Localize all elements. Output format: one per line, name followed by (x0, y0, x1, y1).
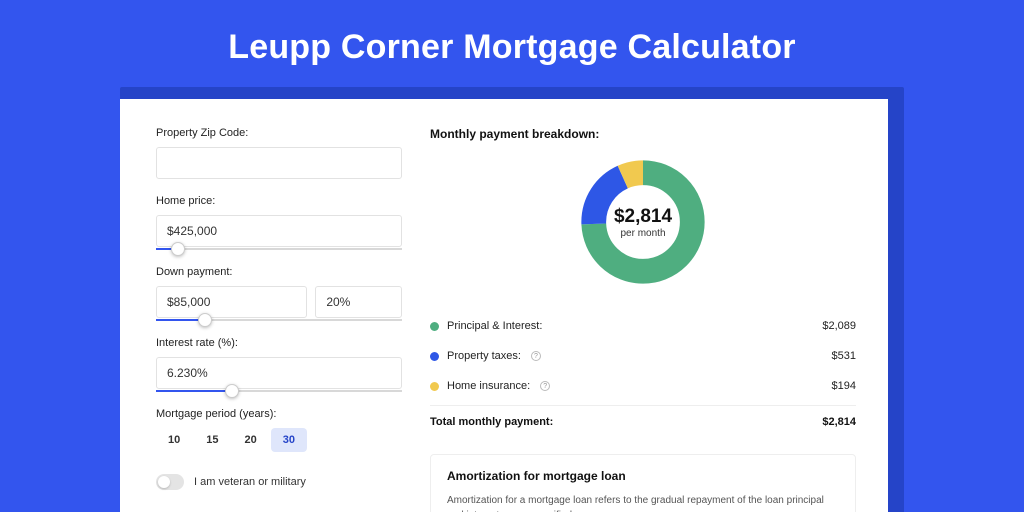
period-label: Mortgage period (years): (156, 408, 402, 420)
calculator-card: Property Zip Code: Home price: Down paym… (120, 99, 888, 512)
total-value: $2,814 (822, 416, 856, 428)
interest-slider-fill (156, 390, 232, 392)
donut-chart-wrap: $2,814 per month (430, 157, 856, 287)
period-tab-10[interactable]: 10 (156, 428, 192, 452)
legend-row: Property taxes:? $531 (430, 341, 856, 371)
interest-field: Interest rate (%): (156, 337, 402, 392)
form-panel: Property Zip Code: Home price: Down paym… (156, 127, 402, 512)
amortization-title: Amortization for mortgage loan (447, 469, 839, 483)
legend-value: $531 (832, 350, 856, 362)
home-price-label: Home price: (156, 195, 402, 207)
period-tab-15[interactable]: 15 (194, 428, 230, 452)
legend-value: $194 (832, 380, 856, 392)
interest-slider[interactable] (156, 390, 402, 392)
down-payment-pct-input[interactable] (315, 286, 402, 318)
amortization-text: Amortization for a mortgage loan refers … (447, 493, 839, 512)
legend-row: Principal & Interest: $2,089 (430, 311, 856, 341)
period-tab-20[interactable]: 20 (233, 428, 269, 452)
down-payment-input[interactable] (156, 286, 307, 318)
zip-field: Property Zip Code: (156, 127, 402, 179)
page-title: Leupp Corner Mortgage Calculator (0, 0, 1024, 87)
legend-label: Property taxes: (447, 350, 521, 362)
veteran-label: I am veteran or military (194, 476, 306, 488)
zip-label: Property Zip Code: (156, 127, 402, 139)
home-price-slider[interactable] (156, 248, 402, 250)
legend-dot-icon (430, 352, 439, 361)
breakdown-panel: Monthly payment breakdown: $2,814 per mo… (430, 127, 856, 512)
interest-input[interactable] (156, 357, 402, 389)
veteran-toggle[interactable] (156, 474, 184, 490)
zip-input[interactable] (156, 147, 402, 179)
down-payment-slider[interactable] (156, 319, 402, 321)
legend-label: Home insurance: (447, 380, 530, 392)
breakdown-title: Monthly payment breakdown: (430, 127, 856, 141)
period-field: Mortgage period (years): 10152030 (156, 408, 402, 452)
interest-label: Interest rate (%): (156, 337, 402, 349)
home-price-field: Home price: (156, 195, 402, 250)
amortization-box: Amortization for mortgage loan Amortizat… (430, 454, 856, 512)
breakdown-legend: Principal & Interest: $2,089 Property taxe… (430, 311, 856, 401)
legend-label: Principal & Interest: (447, 320, 542, 332)
down-payment-label: Down payment: (156, 266, 402, 278)
period-tab-30[interactable]: 30 (271, 428, 307, 452)
legend-dot-icon (430, 322, 439, 331)
donut-center: $2,814 per month (578, 157, 708, 287)
veteran-row: I am veteran or military (156, 474, 402, 490)
legend-dot-icon (430, 382, 439, 391)
legend-value: $2,089 (822, 320, 856, 332)
legend-row: Home insurance:? $194 (430, 371, 856, 401)
donut-chart: $2,814 per month (578, 157, 708, 287)
down-payment-field: Down payment: (156, 266, 402, 321)
home-price-input[interactable] (156, 215, 402, 247)
donut-center-label: per month (620, 228, 665, 239)
donut-center-amount: $2,814 (614, 206, 672, 228)
info-icon[interactable]: ? (531, 351, 541, 361)
total-row: Total monthly payment: $2,814 (430, 405, 856, 438)
calculator-shadow: Property Zip Code: Home price: Down paym… (120, 87, 904, 512)
period-tabs: 10152030 (156, 428, 402, 452)
info-icon[interactable]: ? (540, 381, 550, 391)
interest-slider-thumb[interactable] (225, 384, 239, 398)
total-label: Total monthly payment: (430, 416, 553, 428)
down-payment-slider-thumb[interactable] (198, 313, 212, 327)
home-price-slider-thumb[interactable] (171, 242, 185, 256)
